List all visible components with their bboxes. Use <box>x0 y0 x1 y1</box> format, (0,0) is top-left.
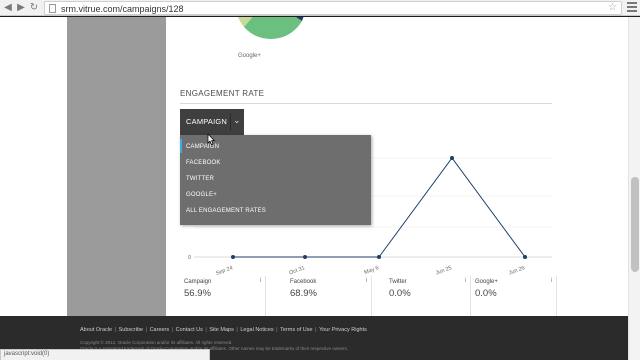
page-icon <box>49 4 56 13</box>
scrollbar-thumb[interactable] <box>631 177 639 272</box>
stat-name: Google+ <box>475 279 498 285</box>
section-title: ENGAGEMENT RATE <box>180 89 265 98</box>
data-point[interactable] <box>450 156 454 160</box>
selected-indicator <box>180 139 182 153</box>
footer-link-site-maps[interactable]: Site Maps <box>209 327 233 333</box>
x-tick-label: Jun 26 <box>508 265 526 275</box>
chevron-down-icon[interactable]: ⌄ <box>233 115 241 126</box>
menu-icon[interactable] <box>627 2 637 13</box>
data-point[interactable] <box>303 255 307 259</box>
engagement-dropdown-menu: CAMPAIGN FACEBOOK TWITTER GOOGLE+ ALL EN… <box>180 135 371 225</box>
forward-icon[interactable]: ▶ <box>15 2 27 14</box>
info-icon[interactable]: i <box>260 278 261 284</box>
x-tick-label: Oct 31 <box>288 265 305 275</box>
footer-link-about[interactable]: About Oracle <box>80 327 112 333</box>
select-label: CAMPAIGN <box>186 117 228 126</box>
pie-slice <box>244 17 302 39</box>
data-point[interactable] <box>523 255 527 259</box>
footer-link-privacy[interactable]: Your Privacy Rights <box>319 327 367 333</box>
divider <box>180 103 552 104</box>
dropdown-option-facebook[interactable]: FACEBOOK <box>186 160 221 166</box>
select-divider <box>230 113 231 131</box>
data-point[interactable] <box>231 255 235 259</box>
stat-value: 0.0% <box>389 288 411 299</box>
stat-card-facebook: Facebook i 68.9% <box>286 276 372 316</box>
stat-card-campaign: Campaign i 56.9% <box>180 276 266 316</box>
footer-link-terms[interactable]: Terms of Use <box>280 327 312 333</box>
stat-name: Campaign <box>184 279 212 285</box>
mouse-cursor-icon <box>207 134 215 145</box>
engagement-stats: Campaign i 56.9% Facebook i 68.9% Twitte… <box>180 276 558 316</box>
footer-link-legal[interactable]: Legal Notices <box>240 327 273 333</box>
pie-legend-label: Google+ <box>238 53 261 59</box>
stat-value: 56.9% <box>184 288 211 299</box>
left-sidebar <box>67 17 166 316</box>
reload-icon[interactable]: ↻ <box>28 2 40 14</box>
pie-chart <box>238 17 304 39</box>
y-tick-label: 0 <box>188 255 191 261</box>
footer-link-contact[interactable]: Contact Us <box>176 327 203 333</box>
stat-value: 68.9% <box>290 288 317 299</box>
info-icon[interactable]: i <box>366 278 367 284</box>
vertical-scrollbar[interactable] <box>628 17 640 360</box>
data-point[interactable] <box>377 255 381 259</box>
engagement-type-select[interactable]: CAMPAIGN ⌄ <box>180 109 244 135</box>
bookmark-star-icon[interactable]: ☆ <box>608 2 617 14</box>
dropdown-option-googleplus[interactable]: GOOGLE+ <box>186 192 217 198</box>
info-icon[interactable]: i <box>551 278 552 284</box>
browser-toolbar: ◀ ▶ ↻ srm.vitrue.com/campaigns/128 ☆ <box>0 0 640 16</box>
url-text: srm.vitrue.com/campaigns/128 <box>61 4 184 14</box>
x-tick-label: Sep 24 <box>215 265 233 275</box>
page-content: Google+ ENGAGEMENT RATE 0 Sep 24 Oct 31 May… <box>0 17 640 360</box>
footer-link-subscribe[interactable]: Subscribe <box>119 327 143 333</box>
info-icon[interactable]: i <box>465 278 466 284</box>
footer-links: About Oracle | Subscribe | Careers | Con… <box>80 327 367 333</box>
dropdown-option-all-engagement-rates[interactable]: ALL ENGAGEMENT RATES <box>186 208 266 214</box>
stat-name: Twitter <box>389 279 407 285</box>
x-tick-label: Jun 25 <box>435 265 453 275</box>
stat-name: Facebook <box>290 279 317 285</box>
dropdown-option-twitter[interactable]: TWITTER <box>186 176 214 182</box>
stat-card-twitter: Twitter i 0.0% <box>385 276 471 316</box>
stat-card-googleplus: Google+ i 0.0% <box>471 276 557 316</box>
status-text: javascript:void(0) <box>4 351 50 357</box>
stat-value: 0.0% <box>475 288 497 299</box>
address-bar[interactable]: srm.vitrue.com/campaigns/128 ☆ <box>44 1 622 15</box>
footer-link-careers[interactable]: Careers <box>150 327 170 333</box>
back-icon[interactable]: ◀ <box>2 2 14 14</box>
x-tick-label: May 6 <box>364 265 380 275</box>
browser-status-bar: javascript:void(0) <box>0 349 210 360</box>
